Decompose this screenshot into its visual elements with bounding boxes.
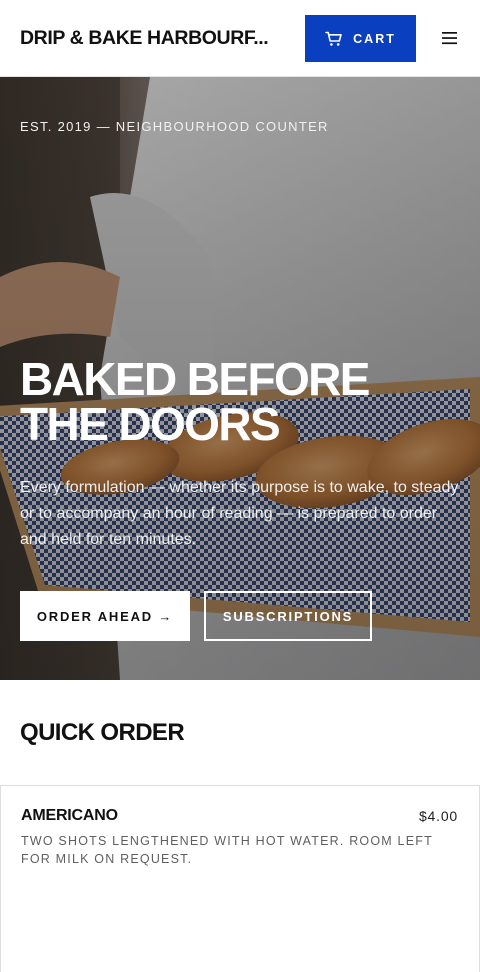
brand-name[interactable]: DRIP & BAKE HARBOURF... bbox=[20, 26, 282, 50]
order-ahead-button[interactable]: ORDER AHEAD → bbox=[20, 591, 190, 641]
hero-description: Every formulation — whether its purpose … bbox=[20, 479, 459, 548]
quick-order-title: QUICK ORDER bbox=[20, 719, 185, 746]
cart-label: CART bbox=[353, 31, 396, 46]
menu-item-card[interactable]: AMERICANO $4.00 TWO SHOTS LENGTHENED WIT… bbox=[0, 785, 480, 972]
menu-item-description: TWO SHOTS LENGTHENED WITH HOT WATER. ROO… bbox=[21, 834, 433, 866]
menu-item-price: $4.00 bbox=[418, 808, 458, 824]
menu-item-name: AMERICANO bbox=[21, 807, 118, 824]
hamburger-menu-icon[interactable] bbox=[440, 28, 460, 48]
site-header: DRIP & BAKE HARBOURF... CART bbox=[0, 0, 480, 77]
cart-button[interactable]: CART bbox=[305, 15, 416, 62]
hero-section: EST. 2019 — NEIGHBOURHOOD COUNTER BAKED … bbox=[0, 77, 480, 680]
shopping-cart-icon bbox=[325, 31, 342, 46]
subscriptions-button[interactable]: SUBSCRIPTIONS bbox=[204, 591, 372, 641]
hero-title: BAKED BEFORE THE DOORS bbox=[20, 353, 370, 450]
hero-eyebrow: EST. 2019 — NEIGHBOURHOOD COUNTER bbox=[20, 119, 329, 134]
